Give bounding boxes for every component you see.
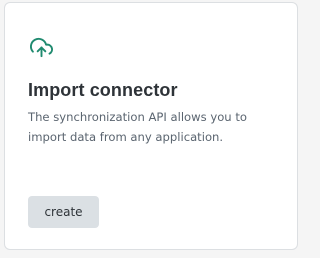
create-button[interactable]: create (28, 196, 99, 228)
card-title: Import connector (28, 80, 178, 100)
import-connector-card: Import connector The synchronization API… (4, 2, 298, 250)
cloud-upload-icon (30, 36, 53, 59)
card-description: The synchronization API allows you to im… (28, 110, 247, 144)
